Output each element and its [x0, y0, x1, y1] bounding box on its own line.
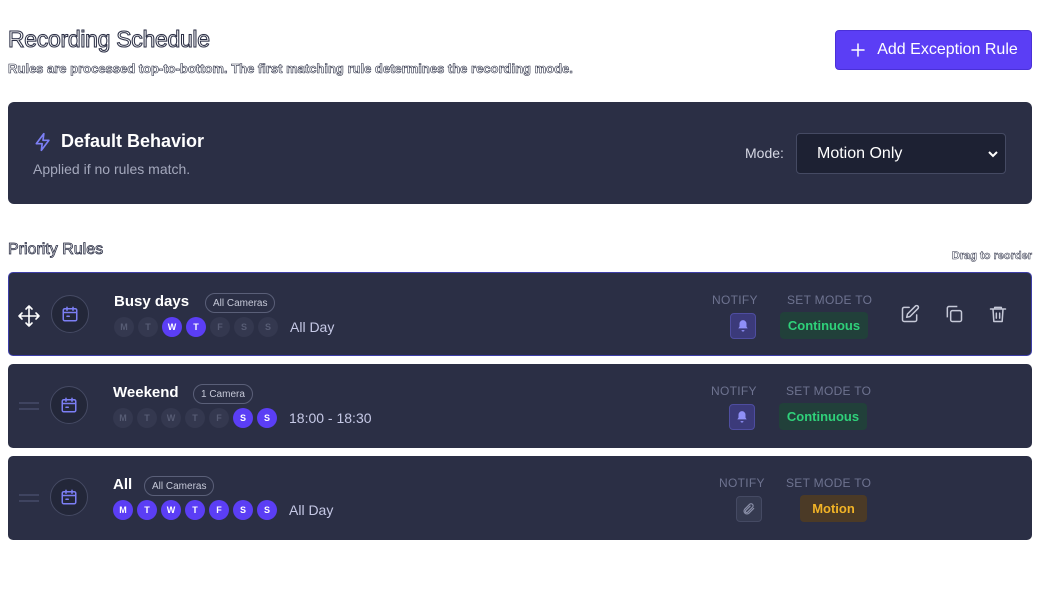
scope-badge: All Cameras	[205, 293, 276, 313]
day-saturday: S	[234, 317, 254, 337]
day-saturday: S	[233, 500, 253, 520]
calendar-icon	[61, 397, 77, 413]
day-selector: M T W T F S S	[114, 317, 278, 337]
edit-icon[interactable]	[900, 304, 920, 324]
notify-label: NOTIFY	[711, 384, 757, 398]
page-subtitle: Rules are processed top-to-bottom. The f…	[8, 61, 573, 77]
drag-hint: Drag to reorder	[951, 250, 1033, 263]
day-thursday: T	[186, 317, 206, 337]
notify-label: NOTIFY	[712, 293, 758, 307]
calendar-icon	[62, 306, 78, 322]
set-mode-to-label: SET MODE TO	[786, 384, 872, 398]
day-selector: M T W T F S S	[113, 408, 277, 428]
day-sunday: S	[258, 317, 278, 337]
day-monday: M	[114, 317, 134, 337]
scope-badge: All Cameras	[144, 476, 215, 496]
notify-label: NOTIFY	[719, 476, 765, 490]
default-behavior-card: Default Behavior Applied if no rules mat…	[8, 102, 1032, 204]
paperclip-icon	[743, 503, 755, 515]
day-thursday: T	[185, 408, 205, 428]
trash-icon[interactable]	[988, 304, 1008, 324]
rule-row[interactable]: All All Cameras M T W T F S S All Day NO…	[8, 456, 1032, 540]
set-mode-to-label: SET MODE TO	[786, 476, 872, 490]
duplicate-icon[interactable]	[944, 304, 964, 324]
plus-icon	[851, 43, 865, 57]
day-friday: F	[209, 500, 229, 520]
default-behavior-subtitle: Applied if no rules match.	[33, 161, 191, 177]
bell-icon	[738, 320, 748, 332]
drag-handle-icon[interactable]	[18, 488, 40, 508]
notify-toggle[interactable]	[736, 496, 762, 522]
rule-name: All	[113, 476, 133, 493]
mode-badge: Motion	[800, 495, 867, 522]
drag-handle-icon[interactable]	[18, 396, 40, 416]
set-mode-to-label: SET MODE TO	[787, 293, 873, 307]
rule-time: All Day	[290, 319, 335, 335]
lightning-icon	[35, 132, 50, 152]
day-tuesday: T	[138, 317, 158, 337]
rule-time: 18:00 - 18:30	[289, 410, 372, 426]
mode-label: Mode:	[745, 145, 784, 161]
day-selector: M T W T F S S	[113, 500, 277, 520]
mode-badge: Continuous	[779, 403, 867, 430]
day-sunday: S	[257, 408, 277, 428]
default-mode-select[interactable]: Motion Only	[796, 133, 1006, 174]
calendar-avatar	[50, 386, 88, 424]
rule-row[interactable]: Weekend 1 Camera M T W T F S S 18:00 - 1…	[8, 364, 1032, 448]
page-title: Recording Schedule	[8, 26, 211, 53]
day-wednesday: W	[162, 317, 182, 337]
default-behavior-title: Default Behavior	[61, 131, 205, 151]
rule-time: All Day	[289, 502, 334, 518]
day-friday: F	[210, 317, 230, 337]
rule-row[interactable]: Busy days All Cameras M T W T F S S All …	[8, 272, 1032, 356]
rule-name: Weekend	[113, 384, 179, 401]
day-wednesday: W	[161, 500, 181, 520]
day-monday: M	[113, 500, 133, 520]
day-thursday: T	[185, 500, 205, 520]
day-tuesday: T	[137, 408, 157, 428]
calendar-avatar	[50, 478, 88, 516]
notify-toggle[interactable]	[729, 404, 755, 430]
day-monday: M	[113, 408, 133, 428]
day-tuesday: T	[137, 500, 157, 520]
scope-badge: 1 Camera	[193, 384, 253, 404]
priority-rules-title: Priority Rules	[8, 241, 104, 259]
day-wednesday: W	[161, 408, 181, 428]
chevron-down-icon	[988, 151, 998, 158]
add-button-label: Add Exception Rule	[877, 41, 1018, 58]
add-exception-rule-button[interactable]: Add Exception Rule	[835, 30, 1032, 70]
rule-name: Busy days	[114, 293, 190, 310]
bell-icon	[737, 411, 747, 423]
day-sunday: S	[257, 500, 277, 520]
calendar-avatar	[51, 295, 89, 333]
move-cursor-icon[interactable]	[17, 304, 41, 328]
mode-select-value: Motion Only	[817, 144, 903, 162]
day-friday: F	[209, 408, 229, 428]
mode-badge: Continuous	[780, 312, 868, 339]
notify-toggle[interactable]	[730, 313, 756, 339]
day-saturday: S	[233, 408, 253, 428]
calendar-icon	[61, 489, 77, 505]
